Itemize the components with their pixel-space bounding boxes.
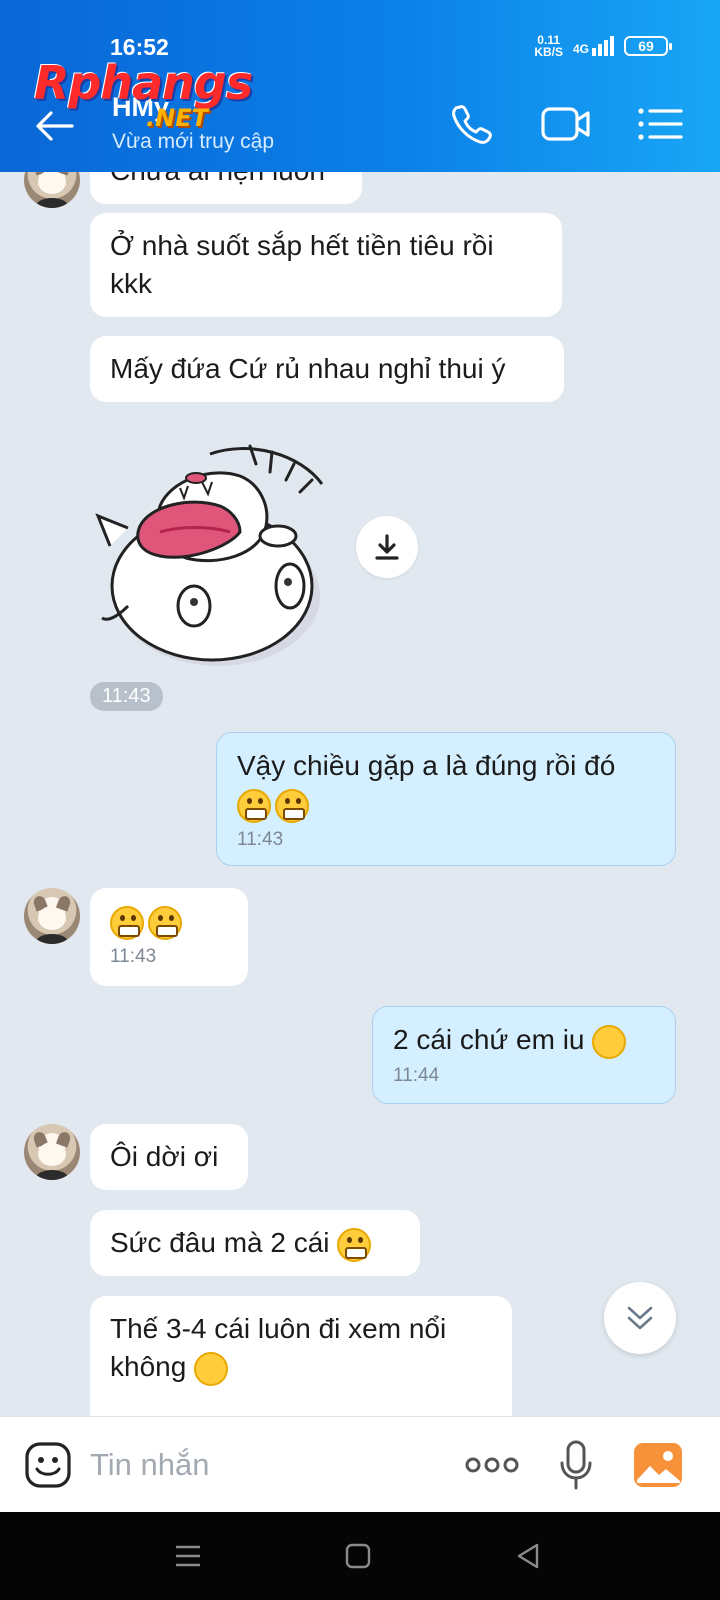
grin-emoji	[237, 788, 271, 823]
microphone-icon	[560, 1440, 592, 1490]
message-bubble[interactable]: Ở nhà suốt sắp hết tiền tiêu rồi kkk	[90, 213, 562, 317]
message-time: 11:43	[90, 682, 163, 711]
message-bubble[interactable]: Thế 3-4 cái luôn đi xem nổi không	[90, 1296, 512, 1416]
sticker-face-icon	[25, 1442, 71, 1488]
message-bubble[interactable]: Chưa ai hẹn luôn	[90, 172, 362, 204]
menu-lines-icon	[176, 1545, 200, 1567]
triangle-back-icon	[517, 1543, 539, 1569]
more-options-button[interactable]	[464, 1447, 520, 1483]
grimace-emoji	[337, 1227, 372, 1262]
hand-over-mouth-emoji	[592, 1024, 627, 1059]
square-home-icon	[345, 1543, 371, 1569]
menu-button[interactable]	[634, 98, 686, 150]
grimace-emoji	[110, 905, 144, 940]
home-button[interactable]	[338, 1536, 378, 1576]
battery-icon: 69	[624, 36, 672, 56]
video-call-icon	[541, 107, 590, 141]
phone-icon	[452, 105, 492, 144]
contact-status: Vừa mới truy cập	[112, 130, 275, 153]
back-button[interactable]	[32, 104, 76, 148]
signal-icon: 4G	[573, 36, 614, 56]
system-nav-bar	[0, 1512, 720, 1600]
message-bubble-outgoing[interactable]: Vậy chiều gặp a là đúng rồi đó 11:43	[216, 732, 676, 866]
download-icon	[375, 534, 399, 560]
more-dots-icon	[465, 1457, 519, 1473]
message-input[interactable]	[90, 1439, 450, 1491]
grin-emoji	[275, 788, 309, 823]
video-call-button[interactable]	[540, 98, 592, 150]
scroll-to-bottom-button[interactable]	[604, 1282, 676, 1354]
watermark-logo-suffix: .NET	[146, 104, 208, 132]
message-bubble[interactable]: Ôi dời ơi	[90, 1124, 248, 1190]
nav-back-button[interactable]	[508, 1536, 548, 1576]
gallery-button[interactable]	[632, 1441, 684, 1489]
message-bubble[interactable]: 11:43	[90, 888, 248, 986]
recent-apps-button[interactable]	[168, 1536, 208, 1576]
cat-sticker[interactable]	[90, 436, 340, 676]
message-bubble[interactable]: Mấy đứa Cứ rủ nhau nghỉ thui ý	[90, 336, 564, 402]
double-chevron-down-icon	[627, 1306, 653, 1330]
message-composer	[0, 1416, 720, 1512]
status-indicators: 0.11 KB/S 4G 69	[534, 33, 672, 59]
chat-header: 16:52 0.11 KB/S 4G 69 HMy Vừa mới truy c…	[0, 0, 720, 172]
message-bubble[interactable]: Sức đâu mà 2 cái	[90, 1210, 420, 1276]
menu-list-icon	[638, 108, 683, 140]
message-list[interactable]: Chưa ai hẹn luôn Ở nhà suốt sắp hết tiền…	[0, 172, 720, 1416]
watermark-logo: Rphangs	[34, 56, 253, 110]
voice-record-button[interactable]	[554, 1437, 598, 1493]
contact-avatar[interactable]	[24, 1124, 80, 1180]
call-button[interactable]	[446, 98, 498, 150]
contact-avatar[interactable]	[24, 888, 80, 944]
image-gallery-icon	[634, 1443, 682, 1487]
net-speed: 0.11 KB/S	[534, 33, 563, 59]
download-button[interactable]	[356, 516, 418, 578]
contact-avatar[interactable]	[24, 172, 80, 208]
sweat-smile-emoji	[194, 1351, 229, 1386]
back-arrow-icon	[36, 111, 74, 141]
message-bubble-outgoing[interactable]: 2 cái chứ em iu 11:44	[372, 1006, 676, 1104]
grimace-emoji	[148, 905, 182, 940]
emoji-button[interactable]	[22, 1439, 74, 1491]
